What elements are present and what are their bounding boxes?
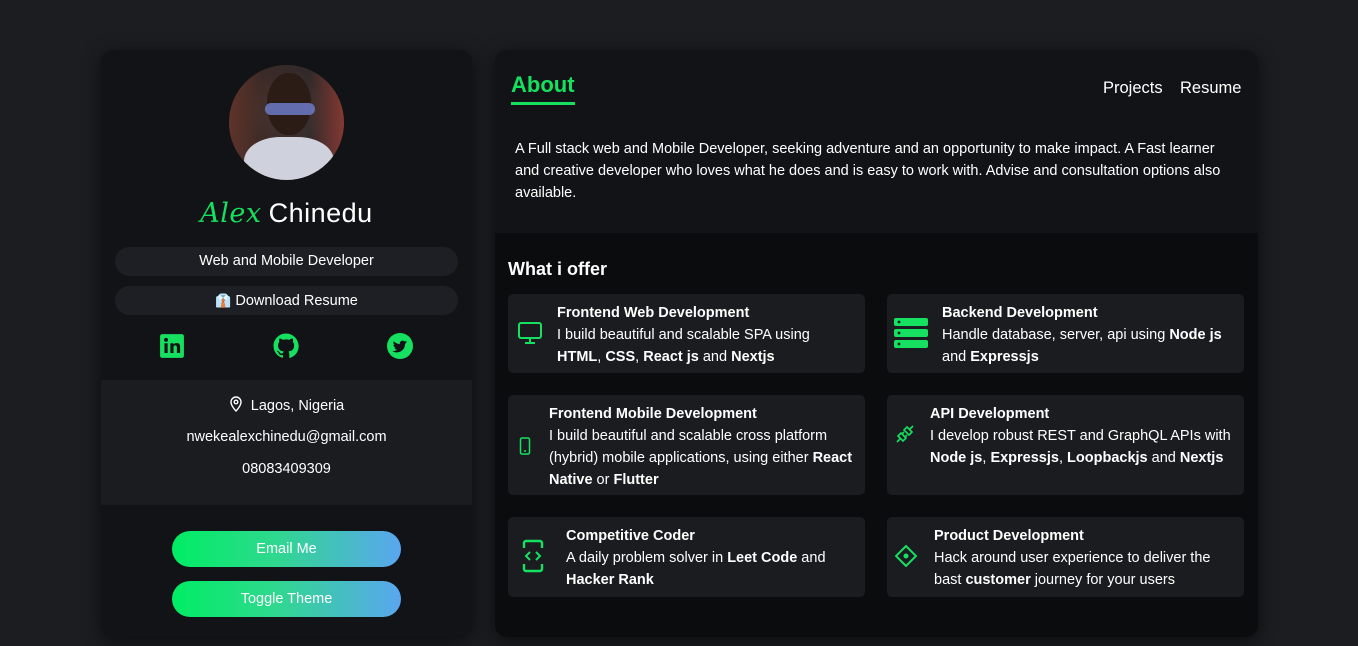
offer-title-text: Competitive Coder (566, 528, 695, 544)
offer-title-text: Product Development (934, 528, 1084, 544)
product-icon (895, 545, 917, 567)
email-text: nwekealexchinedu@gmail.com (186, 429, 387, 445)
offer-title: What i offer (508, 259, 607, 279)
main-card: About Projects Resume A Full stack web a… (495, 50, 1258, 637)
last-name: Chinedu (268, 198, 373, 228)
email-me-button[interactable]: Email Me (172, 531, 401, 567)
offer-card-product: Product Development Hack around user exp… (887, 517, 1244, 597)
profile-name: Alex Chinedu (101, 198, 472, 229)
offer-card-frontend-mobile: Frontend Mobile Development I build beau… (508, 395, 865, 495)
offer-title-text: Backend Development (942, 305, 1098, 321)
tab-about[interactable]: About (511, 72, 575, 105)
github-icon[interactable] (273, 333, 299, 359)
offer-section: What i offer Frontend Web Development I … (495, 233, 1258, 637)
server-icon (894, 318, 928, 348)
phone-text: 08083409309 (242, 461, 331, 477)
offer-card-backend: Backend Development Handle database, ser… (887, 294, 1244, 373)
download-resume-label: Download Resume (235, 293, 358, 309)
offer-title-text: Frontend Mobile Development (549, 406, 757, 422)
profile-card: Alex Chinedu Web and Mobile Developer 👔 D… (101, 50, 472, 637)
linkedin-icon[interactable] (159, 333, 185, 359)
monitor-icon (518, 322, 542, 344)
location-row: Lagos, Nigeria (101, 396, 472, 414)
social-links (101, 333, 472, 363)
offer-title-text: Frontend Web Development (557, 305, 750, 321)
contact-info: Lagos, Nigeria nwekealexchinedu@gmail.co… (101, 380, 472, 505)
toggle-theme-button[interactable]: Toggle Theme (172, 581, 401, 617)
mobile-icon (519, 437, 531, 455)
plug-icon (896, 425, 914, 443)
offer-card-api: API Development I develop robust REST an… (887, 395, 1244, 495)
nav-resume[interactable]: Resume (1180, 79, 1241, 98)
role-badge: Web and Mobile Developer (115, 247, 458, 276)
offer-card-frontend-web: Frontend Web Development I build beautif… (508, 294, 865, 373)
about-text: A Full stack web and Mobile Developer, s… (515, 141, 1221, 201)
location-pin-icon (230, 396, 242, 412)
offer-card-competitive: Competitive Coder A daily problem solver… (508, 517, 865, 597)
code-icon (522, 539, 544, 573)
offer-title-text: API Development (930, 406, 1050, 422)
twitter-icon[interactable] (387, 333, 413, 359)
tie-icon: 👔 (215, 293, 232, 308)
download-resume-button[interactable]: 👔 Download Resume (115, 286, 458, 315)
first-name: Alex (200, 198, 262, 229)
nav-projects[interactable]: Projects (1103, 79, 1163, 98)
avatar (229, 65, 344, 180)
location-text: Lagos, Nigeria (250, 398, 345, 414)
